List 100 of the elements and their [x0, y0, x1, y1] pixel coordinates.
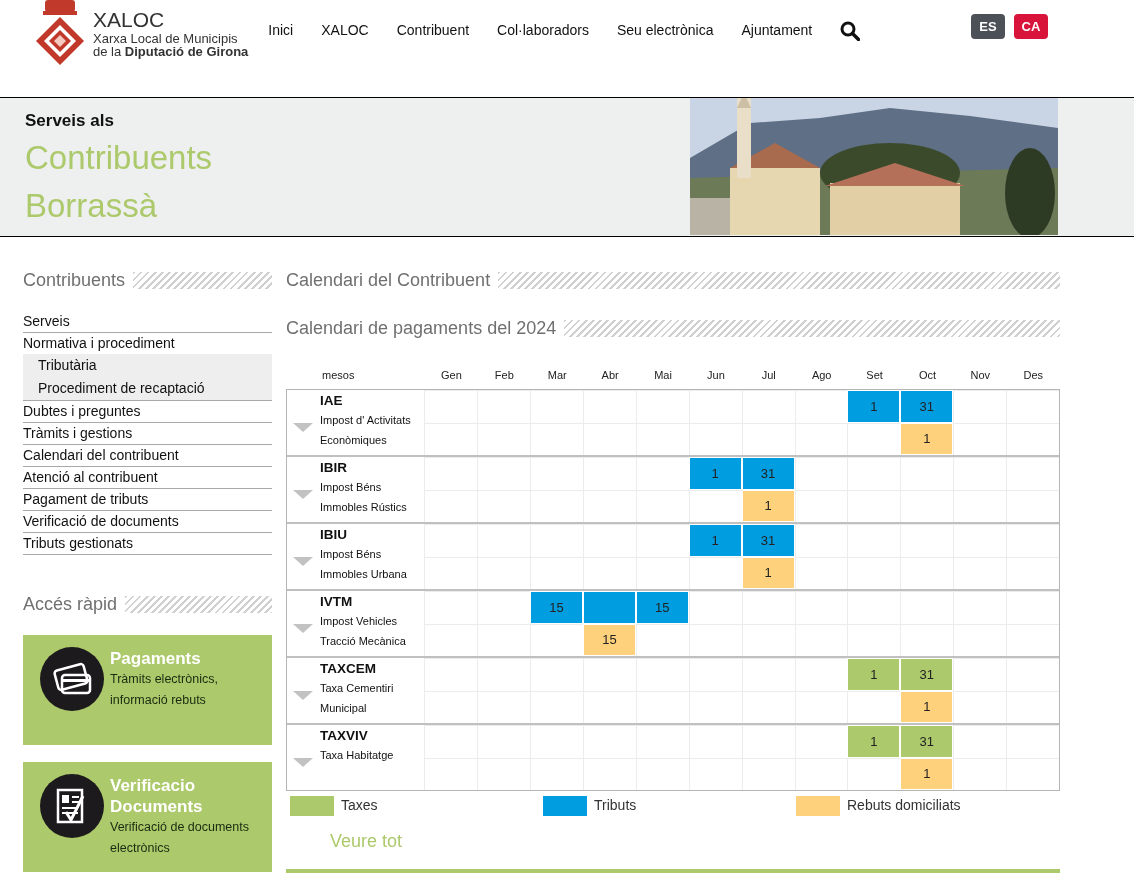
sidebar-subitem[interactable]: Procediment de recaptació	[23, 377, 272, 400]
sidebar-subitem[interactable]: Tributària	[23, 354, 272, 377]
calendar-cell	[900, 457, 954, 490]
nav-link[interactable]: XALOC	[321, 20, 369, 41]
tax-code: IVTM	[320, 593, 354, 611]
language-button[interactable]: ES	[971, 14, 1005, 39]
calendar-cell	[741, 725, 795, 758]
calendar-cell	[1006, 524, 1059, 557]
tax-description: Immobles Rústics	[320, 500, 407, 515]
calendar-cell	[424, 725, 478, 758]
tax-description: Municipal	[320, 701, 368, 716]
calendar-cell	[953, 556, 1007, 589]
calendar-event: 1	[847, 658, 901, 691]
calendar-event: 1	[847, 390, 901, 423]
calendar-cell	[635, 457, 689, 490]
calendar-cell	[477, 457, 531, 490]
calendar-cell	[688, 690, 742, 723]
tax-code: TAXCEM	[320, 660, 377, 678]
calendar-cell	[794, 623, 848, 656]
sidebar-item[interactable]: Tràmits i gestions	[23, 423, 272, 444]
calendar-event: 1	[900, 757, 954, 790]
dropdown-arrow-icon[interactable]	[293, 422, 313, 433]
calendar-cell	[424, 690, 478, 723]
sidebar-item[interactable]: Atenció al contribuent	[23, 467, 272, 488]
calendar-cell	[1006, 556, 1059, 589]
calendar-cell	[794, 591, 848, 624]
column-header: Ago	[810, 367, 833, 383]
sidebar-item[interactable]: Verificació de documents	[23, 511, 272, 532]
nav-link[interactable]: Seu electrònica	[616, 20, 714, 41]
calendar-cell	[847, 457, 901, 490]
calendar-cell	[953, 757, 1007, 790]
calendar-cell	[635, 725, 689, 758]
dropdown-arrow-icon[interactable]	[293, 690, 313, 701]
nav-link[interactable]: Inici	[268, 20, 294, 41]
nav-link[interactable]: Contribuent	[396, 20, 470, 41]
dropdown-arrow-icon[interactable]	[293, 757, 313, 768]
calendar-cell	[1006, 390, 1059, 423]
card-title: Pagaments	[110, 648, 202, 669]
calendar-cell	[583, 725, 636, 758]
search-icon[interactable]	[840, 20, 861, 41]
calendar-cell	[953, 591, 1007, 624]
calendar-cell	[583, 757, 636, 790]
calendar-cell	[688, 489, 742, 522]
column-header: Set	[865, 367, 884, 383]
banner-title: Borrassà	[25, 185, 159, 226]
sidebar-item[interactable]: Dubtes i preguntes	[23, 401, 272, 422]
card-text: Tràmits electrònics, informació rebuts	[110, 671, 219, 709]
calendar-cell	[477, 390, 531, 423]
calendar-cell	[477, 658, 531, 691]
sidebar-item[interactable]: Calendari del contribuent	[23, 445, 272, 466]
dropdown-arrow-icon[interactable]	[293, 623, 313, 634]
calendar-cell	[635, 556, 689, 589]
nav-link[interactable]: Col·laboradors	[497, 20, 589, 41]
calendar-event: 1	[900, 422, 954, 455]
sidebar-heading: Contribuents	[23, 269, 126, 292]
quick-access-card[interactable]: Verificacio Documents Verificació de documents electrònics	[23, 762, 272, 872]
calendar-event: 31	[900, 390, 954, 423]
logo-subtitle: de la Diputació de Girona	[93, 45, 249, 58]
nav-link[interactable]: Ajuntament	[741, 20, 813, 41]
calendar-cell	[741, 390, 795, 423]
calendar-cell	[424, 623, 478, 656]
language-button[interactable]: CA	[1014, 14, 1048, 39]
calendar-cell	[741, 690, 795, 723]
sidebar-item[interactable]: Pagament de tributs	[23, 489, 272, 510]
calendar-cell	[900, 623, 954, 656]
calendar-cell	[530, 457, 583, 490]
calendar-event: 15	[635, 591, 689, 624]
calendar-cell	[424, 390, 478, 423]
column-header: Feb	[493, 367, 515, 383]
column-header: Jun	[706, 367, 726, 383]
calendar-cell	[635, 524, 689, 557]
calendar-cell	[530, 658, 583, 691]
calendar-cell	[424, 489, 478, 522]
calendar-cell	[741, 623, 795, 656]
calendar-cell	[847, 524, 901, 557]
calendar-event: 31	[741, 457, 795, 490]
calendar-cell	[583, 556, 636, 589]
calendar-cell	[424, 524, 478, 557]
legend-label: Rebuts domiciliats	[847, 796, 961, 815]
calendar-cell	[530, 422, 583, 455]
sidebar-item[interactable]: Normativa i procediment	[23, 333, 272, 354]
card-text: Verificació de documents electrònics	[110, 819, 250, 857]
dropdown-arrow-icon[interactable]	[293, 489, 313, 500]
calendar-event: 15	[530, 591, 583, 624]
column-header: Mar	[546, 367, 568, 383]
calendar-cell	[900, 524, 954, 557]
dropdown-arrow-icon[interactable]	[293, 556, 313, 567]
section-heading: Calendari del Contribuent	[286, 269, 491, 292]
calendar-cell	[900, 556, 954, 589]
calendar-cell	[1006, 457, 1059, 490]
legend-label: Taxes	[341, 796, 378, 815]
calendar-event: 1	[900, 690, 954, 723]
legend-label: Tributs	[594, 796, 637, 815]
calendar-cell	[953, 457, 1007, 490]
sidebar-item[interactable]: Tributs gestionats	[23, 533, 272, 554]
quick-access-card[interactable]: Pagaments Tràmits electrònics, informació rebuts	[23, 635, 272, 745]
sidebar-item[interactable]: Serveis	[23, 311, 272, 332]
calendar-cell	[530, 623, 583, 656]
column-header: Gen	[440, 367, 463, 383]
tax-description: Tracció Mecànica	[320, 634, 406, 649]
